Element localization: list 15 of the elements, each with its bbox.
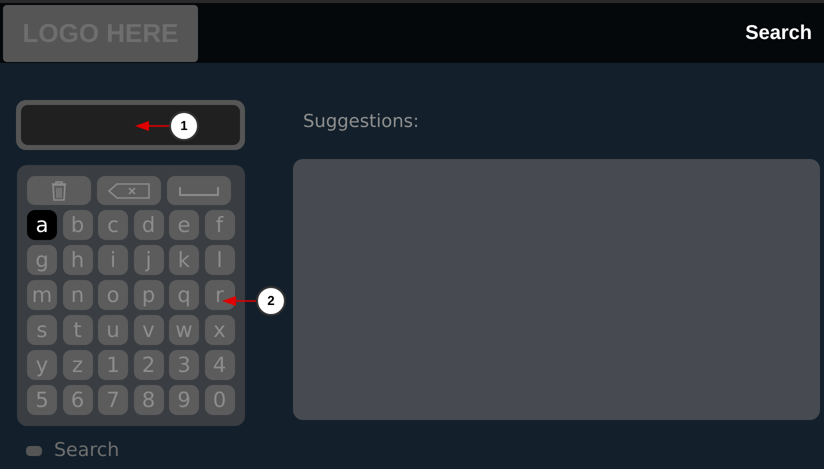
suggestions-heading: Suggestions: xyxy=(303,113,420,131)
space-icon xyxy=(179,186,219,196)
backspace-icon xyxy=(108,182,150,198)
backspace-key[interactable] xyxy=(97,176,161,205)
callout-badge: 2 xyxy=(256,286,286,316)
status-indicator xyxy=(26,446,42,456)
callout-arrow xyxy=(222,295,256,307)
space-key[interactable] xyxy=(167,176,231,205)
search-field[interactable] xyxy=(16,100,245,150)
trash-icon xyxy=(51,180,67,200)
keyboard-key[interactable]: a xyxy=(27,210,57,240)
footer-label: Search xyxy=(54,441,120,460)
callout-arrow xyxy=(135,120,169,132)
delete-key[interactable] xyxy=(27,176,91,205)
page-title: Search xyxy=(745,21,812,46)
